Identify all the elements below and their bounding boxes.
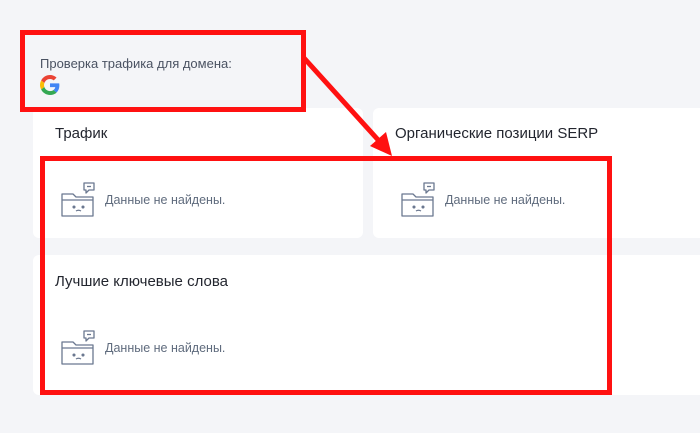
traffic-card-title: Трафик [55, 125, 108, 142]
organic-positions-card-title: Органические позиции SERP [395, 125, 599, 142]
highlight-empty-area-box [40, 156, 612, 395]
highlight-domain-box [20, 30, 306, 112]
